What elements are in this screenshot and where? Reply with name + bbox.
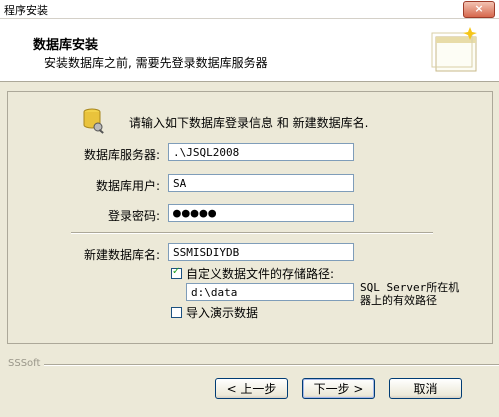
path-note: SQL Server所在机器上的有效路径 [360, 281, 460, 307]
custom-path-checkbox[interactable] [171, 266, 182, 279]
page-title: 数据库安装 [33, 38, 99, 53]
next-button[interactable]: 下一步 > [302, 378, 375, 399]
section-divider [71, 232, 433, 234]
cancel-button[interactable]: 取消 [389, 378, 462, 399]
page-subtitle: 安装数据库之前, 需要先登录数据库服务器 [44, 56, 268, 70]
password-label: 登录密码: [107, 209, 160, 223]
brand-label: SSSoft [8, 358, 41, 369]
wizard-icon [431, 27, 477, 72]
custom-path-label: 自定义数据文件的存储路径: [186, 267, 335, 281]
server-label: 数据库服务器: [83, 148, 160, 162]
intro-text: 请输入如下数据库登录信息 和 新建数据库名. [129, 116, 369, 130]
back-button[interactable]: < 上一步 [215, 378, 288, 399]
server-input[interactable]: .\JSQL2008 [168, 143, 354, 161]
footer-divider [44, 364, 499, 366]
user-input[interactable]: SA [168, 174, 354, 192]
newdb-input[interactable]: SSMISDIYDB [168, 243, 354, 261]
wizard-header: 数据库安装 安装数据库之前, 需要先登录数据库服务器 [0, 19, 499, 82]
window-title: 程序安装 [4, 4, 48, 17]
newdb-label: 新建数据库名: [83, 248, 160, 262]
path-input[interactable]: d:\data [186, 283, 354, 301]
title-bar: 程序安装 × [0, 0, 499, 19]
user-label: 数据库用户: [95, 179, 160, 193]
close-button[interactable]: × [463, 1, 495, 18]
database-icon [83, 108, 104, 134]
password-input[interactable]: ●●●●● [168, 204, 354, 222]
import-demo-label: 导入演示数据 [186, 306, 259, 320]
import-demo-checkbox[interactable] [171, 307, 182, 318]
